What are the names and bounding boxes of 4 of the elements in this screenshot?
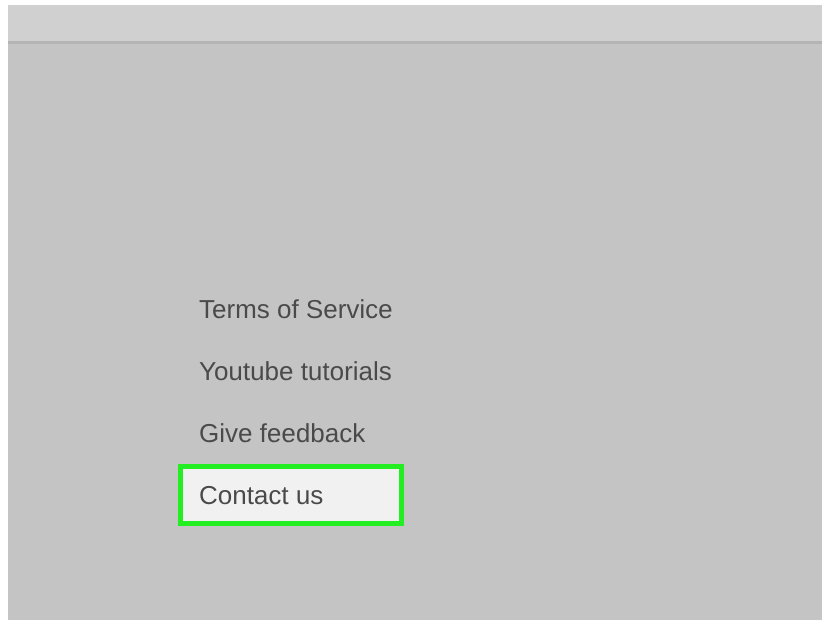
menu-link[interactable]: Contact us [178, 464, 404, 526]
menu-link[interactable]: Youtube tutorials [178, 340, 413, 402]
menu-link[interactable]: Give feedback [178, 402, 404, 464]
menu-link[interactable]: Terms of Service [178, 278, 414, 340]
